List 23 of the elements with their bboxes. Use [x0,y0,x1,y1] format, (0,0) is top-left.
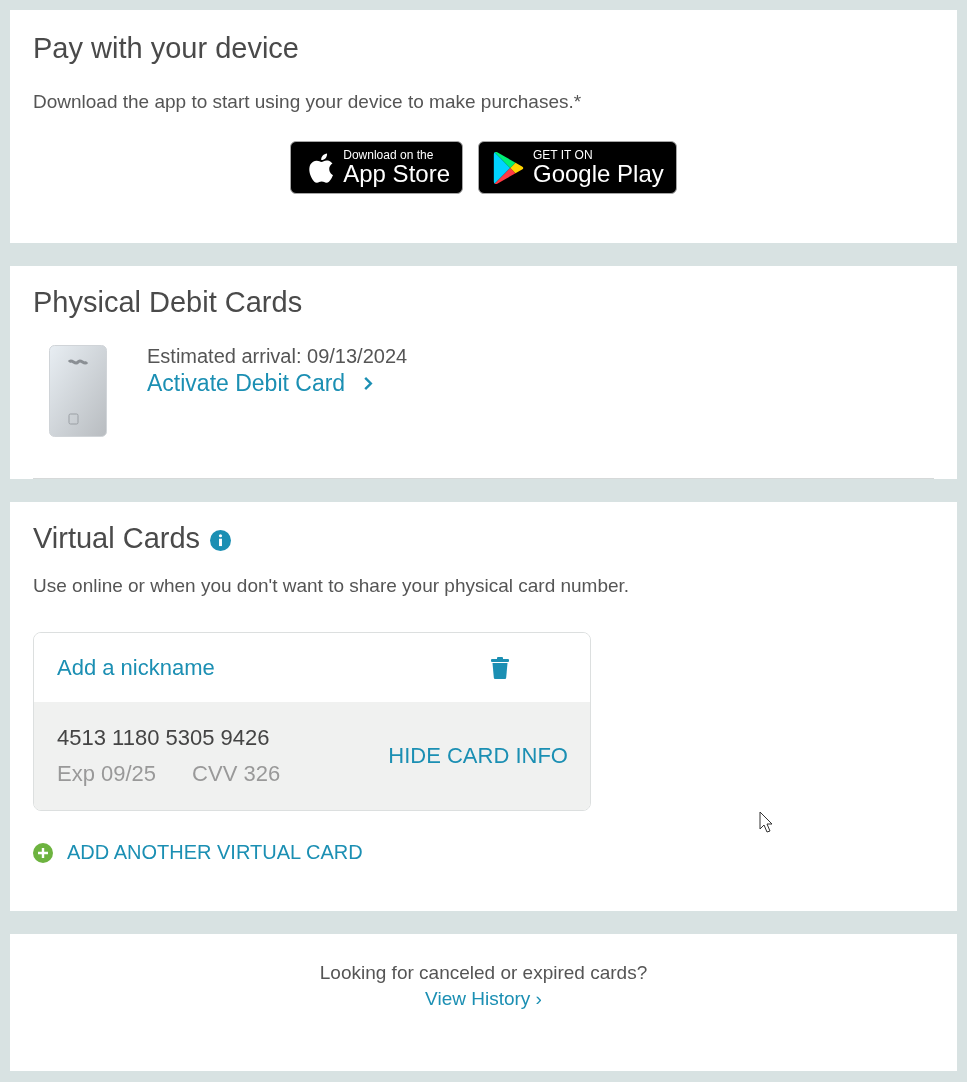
section-title: Virtual Cards [33,522,201,555]
cursor-icon [759,811,773,833]
description-text: Download the app to start using your device to make purchases.* [33,91,583,113]
google-play-button[interactable]: GET IT ON Google Play [478,141,677,194]
trash-icon[interactable] [491,656,509,679]
section-title: Pay with your device [33,32,300,65]
add-virtual-card-link[interactable]: ADD ANOTHER VIRTUAL CARD [33,841,363,864]
description-text: Use online or when you don't want to share your physical card number. [33,575,631,597]
history-text: Looking for canceled or expired cards? [319,962,648,984]
info-icon[interactable] [210,530,232,551]
view-history-link[interactable]: View History › [425,988,542,1010]
play-icon [493,150,525,185]
hide-card-info-button[interactable]: HIDE CARD INFO [388,743,568,769]
card-number: 4513 1180 5305 9426 [57,725,271,751]
expiry-text: Exp 09/25 [57,761,157,787]
chevron-icon [363,376,374,391]
cvv-text: CVV 326 [192,761,281,787]
plus-icon [33,842,53,863]
activate-link[interactable]: Activate Debit Card [147,370,408,397]
nickname-link[interactable]: Add a nickname [57,654,215,681]
arrival-text: Estimated arrival: 09/13/2024 [147,345,408,368]
section-title: Physical Debit Cards [33,286,304,319]
app-store-button[interactable]: Download on the App Store [290,141,463,194]
